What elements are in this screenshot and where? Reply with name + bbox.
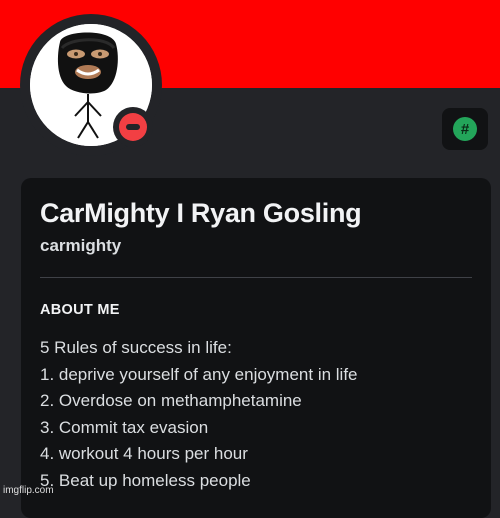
display-name: CarMighty I Ryan Gosling xyxy=(40,198,362,228)
divider xyxy=(40,277,472,278)
do-not-disturb-status-icon xyxy=(119,113,147,141)
about-line: 1. deprive yourself of any enjoyment in … xyxy=(40,364,358,384)
about-line: 5 Rules of success in life: xyxy=(40,338,232,357)
status-minus-bar xyxy=(126,124,140,130)
about-line: 5. Beat up homeless people xyxy=(40,470,251,490)
hashtag-symbol: # xyxy=(460,120,470,138)
about-line: 2. Overdose on methamphetamine xyxy=(40,391,302,411)
imgflip-watermark: imgflip.com xyxy=(3,485,54,496)
about-line: 4. workout 4 hours per hour xyxy=(40,444,248,464)
about-line: 3. Commit tax evasion xyxy=(40,417,209,437)
hashtag-icon: # xyxy=(453,117,477,141)
username[interactable]: carmighty xyxy=(40,236,121,256)
about-me-text: 5 Rules of success in life: 1. deprive y… xyxy=(40,335,480,495)
about-me-heading: ABOUT ME xyxy=(40,302,120,318)
badge-button[interactable]: # xyxy=(442,108,488,150)
